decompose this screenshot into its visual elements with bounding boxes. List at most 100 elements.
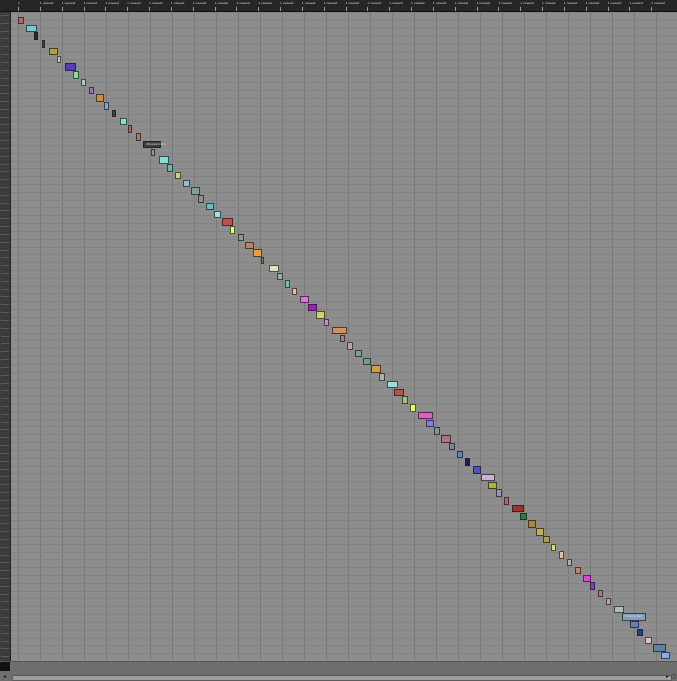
audio-clip[interactable]	[229, 226, 235, 234]
audio-clip[interactable]	[637, 628, 644, 637]
track-header[interactable]	[1, 257, 9, 259]
track-header[interactable]	[1, 77, 9, 79]
track-header[interactable]	[1, 554, 9, 556]
audio-clip[interactable]	[214, 210, 222, 219]
audio-clip[interactable]	[566, 559, 572, 567]
track-header[interactable]	[1, 22, 9, 24]
track-header[interactable]	[1, 171, 9, 173]
track-header[interactable]	[1, 132, 9, 134]
track-header[interactable]	[1, 312, 9, 314]
scroll-right-icon[interactable]: ▸	[665, 674, 670, 680]
track-header[interactable]	[1, 116, 9, 118]
track-header[interactable]	[1, 155, 9, 157]
audio-clip[interactable]	[339, 334, 345, 342]
audio-clip[interactable]	[402, 396, 409, 404]
track-header[interactable]	[1, 546, 9, 548]
track-header[interactable]	[1, 241, 9, 243]
audio-clip[interactable]	[284, 280, 290, 288]
audio-clip[interactable]	[363, 357, 372, 366]
audio-clip[interactable]	[119, 117, 127, 126]
track-header[interactable]	[1, 624, 9, 626]
track-header[interactable]	[1, 437, 9, 439]
track-header[interactable]	[1, 249, 9, 251]
track-header[interactable]	[1, 413, 9, 415]
track-header[interactable]	[1, 617, 9, 619]
track-header[interactable]	[1, 335, 9, 337]
audio-clip[interactable]	[276, 272, 283, 280]
track-header[interactable]	[1, 656, 9, 658]
track-header[interactable]	[1, 147, 9, 149]
track-header[interactable]	[1, 562, 9, 564]
track-header[interactable]	[1, 601, 9, 603]
audio-clip[interactable]	[527, 520, 536, 528]
track-header[interactable]	[1, 343, 9, 345]
audio-clip[interactable]	[559, 551, 565, 559]
track-header[interactable]	[1, 93, 9, 95]
audio-clip[interactable]	[543, 535, 551, 544]
track-header[interactable]	[1, 46, 9, 48]
track-header[interactable]	[1, 38, 9, 40]
audio-clip[interactable]	[386, 380, 398, 389]
track-header[interactable]	[1, 609, 9, 611]
track-header[interactable]	[1, 648, 9, 650]
track-header[interactable]	[1, 210, 9, 212]
audio-clip[interactable]	[519, 512, 527, 521]
track-header[interactable]	[1, 163, 9, 165]
track-header[interactable]	[1, 265, 9, 267]
track-header[interactable]	[1, 499, 9, 501]
audio-clip[interactable]	[292, 288, 298, 296]
track-header[interactable]	[1, 531, 9, 533]
audio-clip[interactable]	[166, 164, 173, 172]
track-header[interactable]	[1, 491, 9, 493]
audio-clip[interactable]	[268, 264, 279, 273]
track-header[interactable]	[1, 327, 9, 329]
audio-clip[interactable]	[504, 497, 510, 505]
audio-clip[interactable]	[57, 55, 62, 64]
track-header[interactable]	[1, 585, 9, 587]
audio-clip[interactable]	[300, 295, 310, 304]
audio-clip[interactable]	[449, 442, 456, 451]
audio-clip[interactable]	[629, 621, 639, 629]
audio-clip[interactable]	[88, 86, 94, 95]
audio-clip[interactable]	[198, 195, 205, 203]
audio-clip[interactable]	[18, 17, 24, 25]
track-header[interactable]	[1, 273, 9, 275]
horizontal-scrollbar[interactable]	[12, 675, 672, 681]
track-header[interactable]	[1, 296, 9, 298]
track-header[interactable]	[1, 280, 9, 282]
audio-clip[interactable]	[496, 489, 503, 497]
track-header[interactable]	[1, 476, 9, 478]
track-header[interactable]	[1, 218, 9, 220]
audio-clip[interactable]	[472, 466, 481, 474]
track-header[interactable]	[1, 593, 9, 595]
track-header[interactable]	[1, 351, 9, 353]
track-header[interactable]	[1, 304, 9, 306]
audio-clip[interactable]	[417, 411, 433, 420]
audio-clip[interactable]	[135, 133, 141, 141]
track-header[interactable]	[1, 319, 9, 321]
audio-clip[interactable]: Rhodes Intro	[143, 140, 166, 149]
track-header[interactable]	[1, 374, 9, 376]
track-header[interactable]	[1, 484, 9, 486]
audio-clip[interactable]	[551, 543, 557, 551]
audio-clip[interactable]	[41, 40, 45, 48]
track-header[interactable]	[1, 61, 9, 63]
track-header[interactable]	[1, 640, 9, 642]
track-header[interactable]	[1, 445, 9, 447]
track-header[interactable]	[1, 101, 9, 102]
timeline-ruler[interactable]: 1 1 newest 1 newest 1 newest 1 newest 1 newes…	[0, 0, 677, 12]
track-header[interactable]	[1, 632, 9, 634]
audio-clip[interactable]	[221, 218, 233, 226]
audio-clip[interactable]	[613, 605, 624, 613]
audio-clip[interactable]	[425, 419, 434, 428]
track-header[interactable]	[1, 202, 9, 204]
audio-clip[interactable]	[261, 257, 265, 265]
track-header[interactable]	[1, 187, 9, 189]
track-header[interactable]	[1, 140, 9, 142]
audio-clip[interactable]	[206, 202, 215, 211]
audio-clip[interactable]	[245, 241, 255, 249]
track-header[interactable]	[1, 570, 9, 572]
track-header[interactable]	[1, 69, 9, 71]
track-header[interactable]	[1, 226, 9, 228]
audio-clip[interactable]	[370, 365, 381, 373]
